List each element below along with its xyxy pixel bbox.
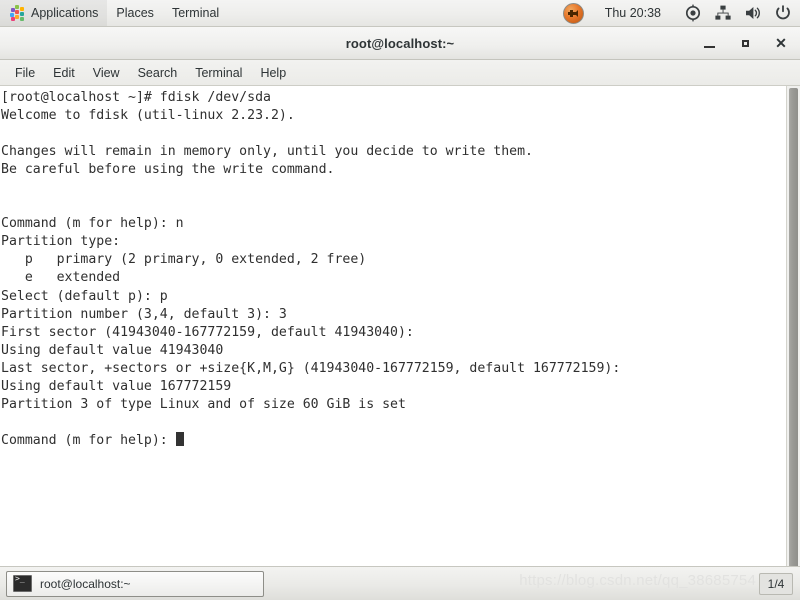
- menu-edit-label: Edit: [53, 65, 75, 80]
- terminal-scrollbar-thumb[interactable]: [789, 88, 798, 566]
- menu-view[interactable]: View: [84, 63, 129, 83]
- terminal-app-menu[interactable]: Terminal: [163, 0, 228, 26]
- terminal-line: Using default value 41943040: [1, 342, 224, 358]
- minimize-icon: [703, 45, 715, 48]
- menu-view-label: View: [92, 65, 120, 80]
- network-tree-icon: [715, 5, 731, 20]
- menu-terminal-label: Terminal: [195, 65, 243, 80]
- window-title: root@localhost:~: [345, 35, 455, 51]
- clock-indicator[interactable]: Thu 20:38: [588, 0, 678, 26]
- terminal-line: Changes will remain in memory only, unti…: [1, 144, 533, 160]
- notification-indicator[interactable]: [559, 0, 588, 26]
- terminal-body: [root@localhost ~]# fdisk /dev/sda Welcom…: [0, 86, 800, 566]
- terminal-line: e extended: [1, 270, 121, 286]
- taskbar-window-button[interactable]: root@localhost:~: [6, 570, 264, 597]
- notification-orb-icon: [562, 2, 584, 24]
- close-icon: ✕: [775, 35, 787, 51]
- menu-file-label: File: [15, 65, 36, 80]
- terminal-line: Using default value 167772159: [1, 378, 232, 394]
- terminal-prompt-text: Command (m for help):: [1, 432, 176, 448]
- menu-search-label: Search: [137, 65, 178, 80]
- terminal-line: [root@localhost ~]# fdisk /dev/sda: [1, 90, 271, 105]
- workspace-indicator-label: 1/4: [767, 576, 785, 591]
- terminal-line: p primary (2 primary, 0 extended, 2 free…: [1, 252, 367, 268]
- places-menu-label: Places: [116, 6, 154, 20]
- window-controls: ✕: [698, 27, 792, 59]
- menu-file[interactable]: File: [6, 63, 44, 83]
- terminal-screen[interactable]: [root@localhost ~]# fdisk /dev/sda Welcom…: [0, 86, 786, 566]
- window-titlebar[interactable]: root@localhost:~ ✕: [0, 27, 800, 60]
- clock-label: Thu 20:38: [604, 6, 661, 20]
- location-target-icon: [685, 4, 701, 22]
- workspace-switcher[interactable]: 1/4: [759, 572, 793, 595]
- terminal-line: Be careful before using the write comman…: [1, 162, 335, 178]
- applications-menu[interactable]: Applications: [0, 0, 108, 26]
- gnome-top-panel: Applications Places Terminal Thu 20:38: [0, 0, 800, 27]
- applications-menu-label: Applications: [31, 6, 99, 20]
- terminal-line: First sector (41943040-167772159, defaul…: [1, 324, 414, 340]
- bottom-taskbar: root@localhost:~ 1/4: [0, 566, 800, 600]
- network-indicator[interactable]: [708, 0, 738, 26]
- menu-terminal[interactable]: Terminal: [186, 63, 251, 83]
- volume-indicator[interactable]: [738, 0, 768, 26]
- places-menu[interactable]: Places: [107, 0, 163, 26]
- terminal-line: Partition number (3,4, default 3): 3: [1, 306, 287, 322]
- engine-glyph: [567, 9, 578, 17]
- volume-speaker-icon: [746, 7, 760, 19]
- terminal-app-menu-label: Terminal: [171, 6, 220, 20]
- menu-help[interactable]: Help: [251, 63, 295, 83]
- power-menu[interactable]: [768, 0, 800, 26]
- menu-search[interactable]: Search: [129, 63, 187, 83]
- terminal-icon: [13, 574, 32, 592]
- terminal-prompt-line: Command (m for help):: [1, 431, 786, 450]
- terminal-line: Last sector, +sectors or +size{K,M,G} (4…: [1, 360, 621, 376]
- terminal-line: Partition type:: [1, 234, 121, 250]
- menubar: File Edit View Search Terminal Help: [0, 60, 800, 86]
- maximize-button[interactable]: [734, 32, 756, 54]
- location-indicator[interactable]: [678, 0, 708, 26]
- power-icon: [776, 5, 790, 20]
- menu-edit[interactable]: Edit: [44, 63, 84, 83]
- maximize-icon: [741, 39, 749, 47]
- terminal-line: Partition 3 of type Linux and of size 60…: [1, 396, 406, 412]
- close-button[interactable]: ✕: [770, 32, 792, 54]
- menu-help-label: Help: [260, 65, 287, 80]
- terminal-line: Command (m for help): n: [1, 216, 184, 232]
- applications-pinwheel-icon: [9, 5, 25, 21]
- taskbar-window-label: root@localhost:~: [40, 576, 131, 591]
- terminal-window: root@localhost:~ ✕ File Edit View Search: [0, 27, 800, 566]
- minimize-button[interactable]: [698, 32, 720, 54]
- terminal-line: Select (default p): p: [1, 288, 168, 304]
- terminal-line: Welcome to fdisk (util-linux 2.23.2).: [1, 108, 295, 124]
- terminal-cursor: [175, 431, 184, 446]
- terminal-scrollbar[interactable]: [786, 86, 800, 566]
